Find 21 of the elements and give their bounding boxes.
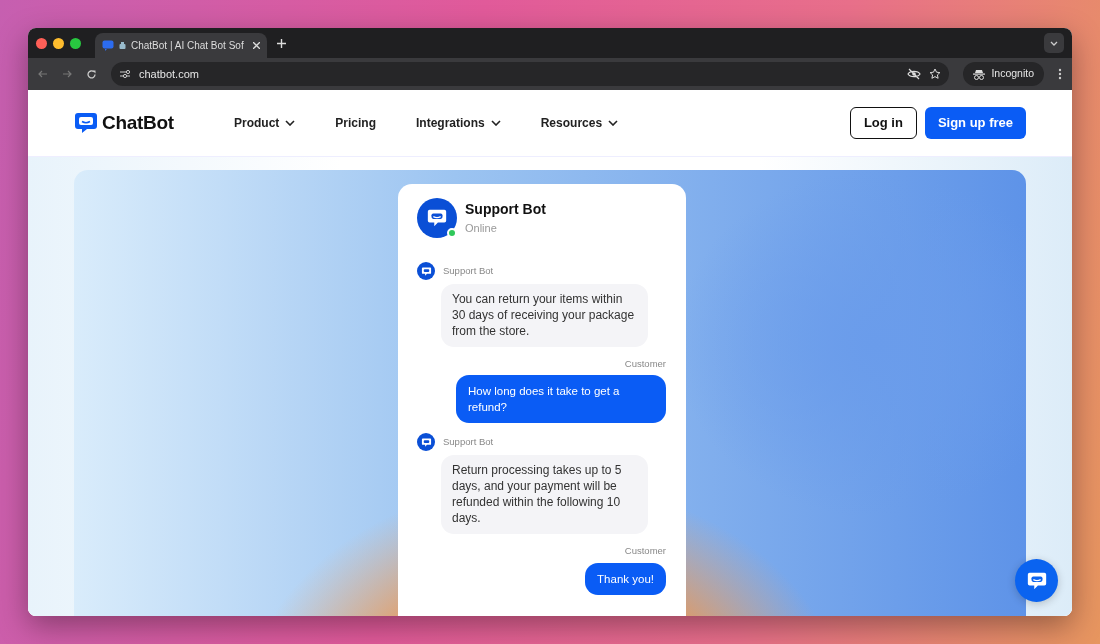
message-author: Customer	[624, 357, 666, 371]
message-author: Support Bot	[443, 435, 494, 450]
message-author: Customer	[624, 544, 666, 559]
browser-tab[interactable]: ChatBot | AI Chat Bot Sof	[95, 33, 267, 58]
nav-menu-item[interactable]: Resources	[540, 114, 619, 132]
signup-button[interactable]: Sign up free	[924, 107, 1026, 139]
address-bar[interactable]: chatbot.com	[111, 62, 950, 86]
nav-menu-item[interactable]: Product	[234, 114, 296, 132]
message-bubble: Thank you!	[585, 562, 666, 595]
bot-name: Support Bot	[465, 200, 546, 220]
message-author: Support Bot	[443, 263, 494, 278]
bot-status: Online	[465, 221, 498, 237]
login-button[interactable]: Log in	[849, 107, 917, 139]
message-bubble: You can return your items within 30 days of receiving your package from the store.	[441, 284, 648, 347]
incognito-indicator[interactable]: Incognito	[963, 62, 1044, 86]
nav-menu-item[interactable]: Integrations	[416, 114, 501, 132]
logo-text[interactable]: ChatBot	[102, 108, 174, 138]
message-bubble: How long does it take to get a refund?	[456, 375, 666, 424]
nav-menu-item[interactable]: Pricing	[335, 114, 377, 132]
message-bubble: Return processing takes up to 5 days, and your payment will be refunded within the following 10 days.	[441, 455, 648, 535]
url-text: chatbot.com	[139, 66, 199, 82]
